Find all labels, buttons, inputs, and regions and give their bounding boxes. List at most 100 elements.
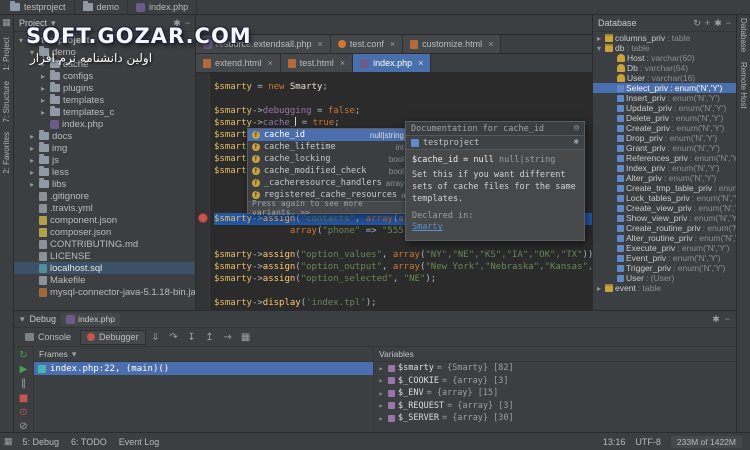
evaluate-expression-icon[interactable]: ▦ (238, 330, 254, 345)
tree-arrow-icon[interactable] (607, 144, 615, 153)
database-tree-item[interactable]: Insert_priv: enum('N','Y') (593, 93, 736, 103)
tree-arrow-icon[interactable]: ▸ (28, 132, 36, 141)
refresh-icon[interactable]: ↻ (693, 19, 701, 28)
status-item[interactable]: 5: Debug (23, 437, 60, 447)
tool-window-button[interactable]: Remote Host (739, 62, 748, 109)
project-tree-item[interactable]: composer.json (14, 226, 195, 238)
completion-item[interactable]: fcache_lifetimeint (248, 141, 408, 153)
database-tree-item[interactable]: Create_view_priv: enum('N','Y') (593, 203, 736, 213)
variable-item[interactable]: ▸$_COOKIE = {array} [3] (374, 375, 736, 388)
project-tree-item[interactable]: Makefile (14, 274, 195, 286)
doc-declared-link[interactable]: Smarty (412, 222, 443, 232)
database-tree-item[interactable]: Create_routine_priv: enum('N','Y') (593, 223, 736, 233)
variable-item[interactable]: ▸$smarty = {Smarty} [82] (374, 362, 736, 375)
step-into-icon[interactable]: ↧ (184, 330, 200, 345)
tree-arrow-icon[interactable] (607, 244, 615, 253)
chevron-down-icon[interactable]: ▾ (20, 315, 25, 324)
settings-icon[interactable]: ✱ (714, 19, 722, 28)
completion-item[interactable]: fcache_modified_checkbool (248, 165, 408, 177)
code-line[interactable] (214, 93, 592, 105)
tree-arrow-icon[interactable] (607, 74, 615, 83)
tree-arrow-icon[interactable]: ▾ (595, 44, 603, 53)
project-tree-item[interactable]: ▸less (14, 166, 195, 178)
database-tree-item[interactable]: Execute_priv: enum('N','Y') (593, 243, 736, 253)
tree-arrow-icon[interactable] (607, 54, 615, 63)
status-item[interactable]: Event Log (119, 437, 160, 447)
database-tree-item[interactable]: Grant_priv: enum('N','Y') (593, 143, 736, 153)
tree-arrow-icon[interactable]: ▸ (39, 84, 47, 93)
code-line[interactable]: $smarty = new Smarty; (214, 81, 592, 93)
expand-arrow-icon[interactable]: ▸ (377, 401, 385, 410)
tree-arrow-icon[interactable] (607, 204, 615, 213)
tree-arrow-icon[interactable] (28, 192, 36, 201)
database-tree-item[interactable]: Update_priv: enum('N','Y') (593, 103, 736, 113)
database-tree-item[interactable]: Host: varchar(60) (593, 53, 736, 63)
expand-arrow-icon[interactable]: ▸ (377, 376, 385, 385)
mute-breakpoints-icon[interactable]: ⊘ (16, 421, 32, 432)
tree-arrow-icon[interactable] (607, 214, 615, 223)
tree-arrow-icon[interactable] (607, 254, 615, 263)
tree-arrow-icon[interactable]: ▾ (17, 36, 25, 45)
tree-arrow-icon[interactable]: ▸ (28, 168, 36, 177)
project-tree-item[interactable]: ▸templates_c (14, 106, 195, 118)
project-tree-item[interactable]: ▸plugins (14, 82, 195, 94)
completion-item[interactable]: fcache_idnull|string (248, 129, 408, 141)
step-over-icon[interactable]: ↷ (166, 330, 182, 345)
tree-arrow-icon[interactable] (39, 120, 47, 129)
tree-arrow-icon[interactable] (607, 264, 615, 273)
project-tree-item[interactable]: CONTRIBUTING.md (14, 238, 195, 250)
database-tree-item[interactable]: ▸columns_priv: table (593, 33, 736, 43)
database-tree-item[interactable]: Trigger_priv: enum('N','Y') (593, 263, 736, 273)
doc-scope-row[interactable]: testproject ✱ (406, 136, 584, 150)
tree-arrow-icon[interactable]: ▸ (28, 144, 36, 153)
database-tree-item[interactable]: Index_priv: enum('N','Y') (593, 163, 736, 173)
code-line[interactable]: $smarty->display('index.tpl'); (214, 297, 592, 309)
expand-arrow-icon[interactable]: ▸ (377, 414, 385, 423)
tree-arrow-icon[interactable] (28, 276, 36, 285)
view-breakpoints-icon[interactable]: ⊙ (16, 407, 32, 418)
tool-window-button[interactable]: 7: Structure (2, 81, 11, 122)
settings-icon[interactable]: ✱ (712, 315, 720, 324)
tree-arrow-icon[interactable]: ▸ (39, 108, 47, 117)
tab-console[interactable]: Console (18, 330, 78, 345)
rerun-icon[interactable]: ↻ (16, 350, 32, 361)
pause-icon[interactable]: ‖ (16, 378, 32, 389)
close-tab-icon[interactable]: × (340, 58, 345, 68)
database-tree-item[interactable]: ▸event: table (593, 283, 736, 293)
project-tree-item[interactable]: ▸configs (14, 70, 195, 82)
database-tree-item[interactable]: Db: varchar(64) (593, 63, 736, 73)
tree-arrow-icon[interactable] (28, 240, 36, 249)
database-tree-item[interactable]: Alter_routine_priv: enum('N','Y') (593, 233, 736, 243)
close-tab-icon[interactable]: × (390, 39, 395, 49)
tree-arrow-icon[interactable] (607, 194, 615, 203)
status-item[interactable]: 6: TODO (71, 437, 107, 447)
tree-arrow-icon[interactable]: ▸ (595, 34, 603, 43)
project-tree-item[interactable]: .gitignore (14, 190, 195, 202)
project-tree-item[interactable]: ▸js (14, 154, 195, 166)
completion-item[interactable]: fcache_lockingbool (248, 153, 408, 165)
code-line[interactable]: $smarty->assign("option_output", array("… (214, 261, 592, 273)
database-tree-item[interactable]: Select_priv: enum('N','Y') (593, 83, 736, 93)
step-out-icon[interactable]: ↥ (202, 330, 218, 345)
tool-window-switcher-icon[interactable]: ▦ (4, 437, 13, 446)
code-line[interactable]: $smarty->assign("option_values", array("… (214, 249, 592, 261)
project-tree-item[interactable]: component.json (14, 214, 195, 226)
tree-arrow-icon[interactable] (607, 104, 615, 113)
database-tree-item[interactable]: ▾db: table (593, 43, 736, 53)
code-line[interactable]: $smarty->assign("option_selected", "NE")… (214, 273, 592, 285)
tree-arrow-icon[interactable] (607, 224, 615, 233)
hide-panel-icon[interactable]: − (726, 19, 731, 28)
project-tree-item[interactable]: ▸docs (14, 130, 195, 142)
caret-position[interactable]: 13:16 (603, 437, 626, 447)
close-tab-icon[interactable]: × (318, 39, 323, 49)
database-tree-item[interactable]: Create_priv: enum('N','Y') (593, 123, 736, 133)
editor-tab[interactable]: index.php× (353, 54, 431, 72)
variable-item[interactable]: ▸$_REQUEST = {array} [3] (374, 400, 736, 413)
tree-arrow-icon[interactable] (607, 124, 615, 133)
run-to-cursor-icon[interactable]: → (220, 330, 236, 345)
editor-tab[interactable]: extend.html× (196, 54, 281, 72)
show-execution-point-icon[interactable]: ⇓ (148, 330, 164, 345)
project-tree-item[interactable]: index.php (14, 118, 195, 130)
tree-arrow-icon[interactable]: ▸ (28, 156, 36, 165)
database-tree-item[interactable]: References_priv: enum('N','Y') (593, 153, 736, 163)
